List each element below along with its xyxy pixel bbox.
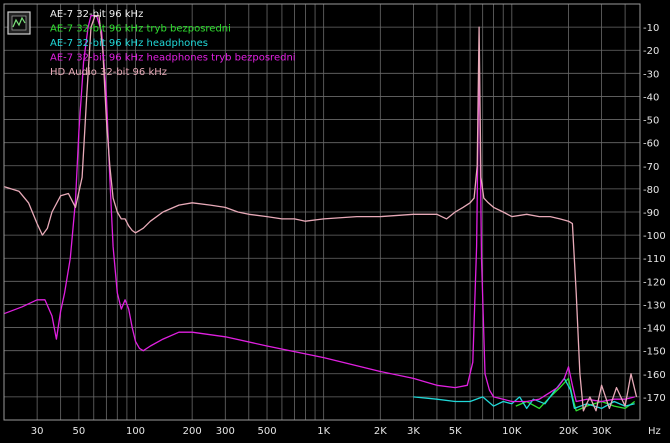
y-tick-label: -30	[643, 69, 659, 80]
x-tick-label: 10K	[502, 426, 522, 437]
chart-svg: -10 -20 -30 -40 -50 -60 -70 -80 -90 -100 -110 -120 -…	[0, 0, 670, 439]
y-tick-label: -110	[643, 254, 666, 265]
y-tick-label: -130	[643, 300, 666, 311]
y-tick-label: -170	[643, 393, 666, 404]
x-tick-label: 500	[257, 426, 276, 437]
y-tick-label: -40	[643, 92, 659, 103]
y-tick-label: -100	[643, 231, 666, 242]
legend-entry: AE-7 32-bit 96 kHz	[50, 9, 143, 20]
legend-entry: AE-7 32-bit 96 kHz tryb bezposredni	[50, 24, 231, 35]
legend-entry: AE-7 32-bit 96 kHz headphones tryb bezpo…	[50, 53, 296, 64]
y-tick-label: -140	[643, 324, 666, 335]
frequency-response-chart: -10 -20 -30 -40 -50 -60 -70 -80 -90 -100 -110 -120 -…	[0, 0, 670, 439]
x-tick-label: 2K	[374, 426, 387, 437]
y-tick-label: -90	[643, 208, 659, 219]
y-tick-label: -50	[643, 116, 659, 127]
x-tick-label: 5K	[449, 426, 462, 437]
legend-entry: HD Audio 32-bit 96 kHz	[50, 67, 167, 78]
x-tick-label: 30K	[592, 426, 612, 437]
y-tick-label: -60	[643, 139, 659, 150]
y-tick-label: -120	[643, 277, 666, 288]
x-tick-label: 50	[73, 426, 86, 437]
x-tick-label: 3K	[407, 426, 420, 437]
y-tick-label: -70	[643, 162, 659, 173]
y-tick-label: -150	[643, 347, 666, 358]
y-tick-label: -80	[643, 185, 659, 196]
y-tick-label: -10	[643, 23, 659, 34]
x-tick-label: 200	[183, 426, 202, 437]
y-tick-label: -160	[643, 370, 666, 381]
x-tick-label: 100	[126, 426, 145, 437]
x-tick-label: 20K	[559, 426, 579, 437]
y-tick-label: -20	[643, 46, 659, 57]
legend-entry: AE-7 32-bit 96 kHz headphones	[50, 38, 208, 49]
x-tick-label: 300	[216, 426, 235, 437]
x-tick-label: 30	[31, 426, 44, 437]
x-unit-label: Hz	[648, 426, 661, 437]
x-tick-label: 1K	[317, 426, 330, 437]
chart-legend-icon[interactable]	[7, 11, 31, 35]
